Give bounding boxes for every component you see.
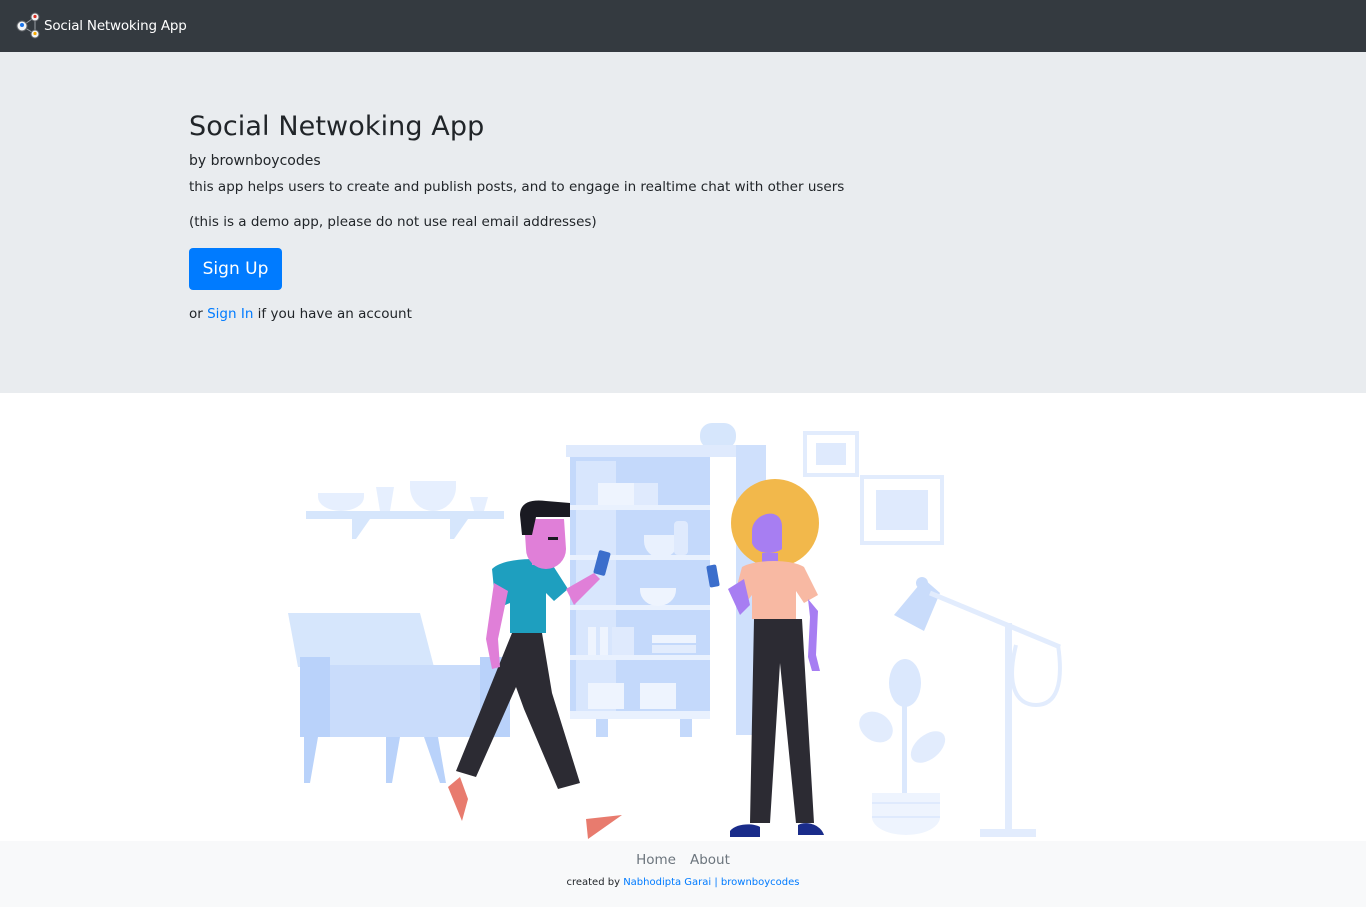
footer: Home About created by Nabhodipta Garai |…	[0, 841, 1366, 907]
network-people-icon	[16, 12, 40, 39]
signin-prefix: or	[189, 306, 208, 322]
app-description: this app helps users to create and publi…	[189, 179, 845, 195]
hero-content: Social Netwoking App by brownboycodes th…	[189, 110, 1089, 323]
signin-suffix: if you have an account	[253, 306, 412, 322]
author-byline: by brownboycodes	[189, 153, 321, 169]
credit-author-link[interactable]: Nabhodipta Garai | brownboycodes	[623, 877, 799, 888]
signin-link[interactable]: Sign In	[207, 306, 253, 322]
hero-section: Social Netwoking App by brownboycodes th…	[0, 52, 1366, 393]
footer-link-home[interactable]: Home	[636, 851, 676, 869]
footer-nav: Home About	[0, 851, 1366, 869]
brand-text: Social Netwoking App	[44, 18, 187, 34]
credit-prefix: created by	[566, 877, 624, 888]
demo-notice: (this is a demo app, please do not use r…	[189, 214, 597, 230]
navbar: Social Netwoking App	[0, 0, 1366, 52]
brand-link[interactable]: Social Netwoking App	[14, 12, 187, 40]
page-title: Social Netwoking App	[189, 111, 485, 142]
footer-link-about[interactable]: About	[690, 851, 730, 869]
signin-prompt: or Sign In if you have an account	[189, 305, 1089, 323]
people-with-phones-illustration	[0, 393, 1366, 841]
signup-button[interactable]: Sign Up	[189, 248, 282, 290]
footer-credit: created by Nabhodipta Garai | brownboyco…	[0, 877, 1366, 888]
